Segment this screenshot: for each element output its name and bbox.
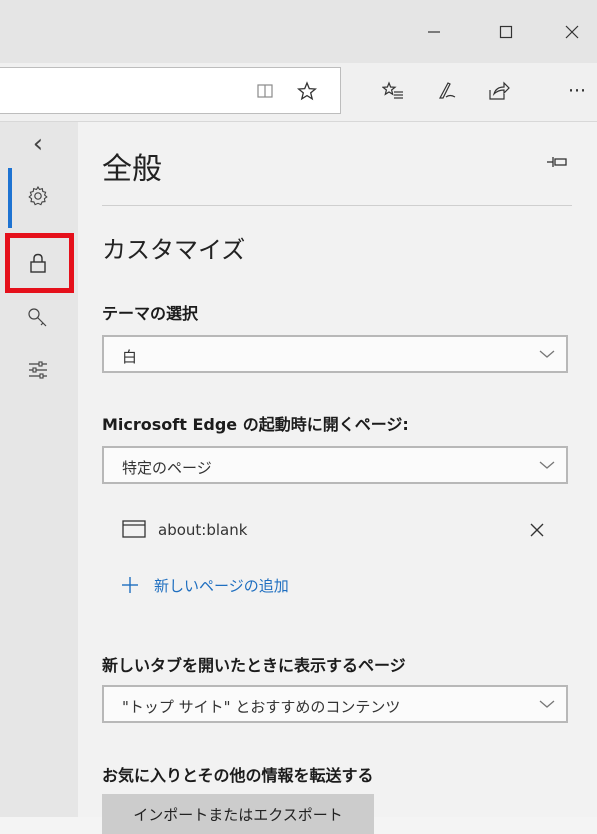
startup-label: Microsoft Edge の起動時に開くページ: [102, 415, 409, 434]
page-title: 全般 [102, 152, 162, 187]
active-indicator [8, 168, 12, 228]
chevron-down-icon [539, 461, 555, 469]
sidebar-item-passwords[interactable] [18, 298, 58, 338]
section-customize: カスタマイズ [102, 236, 246, 264]
browser-toolbar: ··· [0, 63, 597, 122]
sliders-icon [29, 361, 47, 379]
more-icon: ··· [567, 80, 587, 102]
chevron-left-icon: ‹ [32, 129, 44, 159]
add-favorite-button[interactable] [292, 76, 322, 106]
maximize-button[interactable] [486, 14, 526, 50]
share-button[interactable] [484, 76, 514, 106]
add-page-link[interactable]: 新しいページの追加 [102, 570, 289, 600]
minimize-icon [428, 31, 440, 33]
address-bar[interactable] [0, 67, 341, 114]
newtab-select[interactable]: "トップ サイト" とおすすめのコンテンツ [102, 685, 568, 723]
close-icon [565, 25, 579, 39]
more-button[interactable]: ··· [562, 76, 592, 106]
chevron-down-icon [539, 350, 555, 358]
startup-select[interactable]: 特定のページ [102, 446, 568, 484]
favorites-hub-button[interactable] [378, 76, 408, 106]
remove-page-button[interactable] [522, 516, 552, 544]
minimize-button[interactable] [414, 14, 454, 50]
lock-icon [30, 253, 46, 273]
settings-panel: 全般 カスタマイズ テーマの選択 白 Microsoft Edge の起動時に開… [78, 122, 597, 834]
close-icon [530, 523, 544, 537]
share-icon [489, 81, 510, 100]
collapse-panel-button[interactable]: ‹ [18, 124, 58, 164]
startup-page-item: about:blank [102, 510, 568, 550]
web-notes-button[interactable] [432, 76, 462, 106]
reading-view-button[interactable] [250, 76, 280, 106]
page-url: about:blank [158, 521, 248, 539]
sidebar-item-advanced[interactable] [18, 350, 58, 390]
pin-button[interactable] [542, 150, 572, 174]
sidebar-item-general[interactable] [18, 176, 58, 216]
divider [102, 205, 572, 206]
pen-icon [439, 82, 456, 99]
newtab-label: 新しいタブを開いたときに表示するページ [102, 656, 406, 675]
theme-select-value: 白 [122, 348, 138, 366]
maximize-icon [499, 25, 513, 39]
newtab-select-value: "トップ サイト" とおすすめのコンテンツ [122, 698, 401, 716]
chevron-down-icon [539, 700, 555, 708]
theme-select[interactable]: 白 [102, 335, 568, 373]
pin-icon [547, 157, 567, 167]
startup-select-value: 特定のページ [122, 459, 212, 477]
add-page-label: 新しいページの追加 [154, 576, 289, 595]
transfer-label: お気に入りとその他の情報を転送する [102, 766, 374, 785]
title-bar [0, 0, 597, 63]
reading-view-icon [257, 84, 273, 98]
plus-icon [122, 577, 138, 593]
sidebar-item-privacy[interactable] [18, 243, 58, 283]
favorites-list-icon [382, 81, 403, 99]
close-button[interactable] [552, 14, 592, 50]
import-export-button[interactable]: インポートまたはエクスポート [102, 794, 374, 834]
star-icon [297, 81, 317, 101]
page-icon [122, 520, 146, 538]
gear-icon [28, 185, 48, 206]
key-icon [28, 308, 47, 327]
theme-label: テーマの選択 [102, 304, 199, 323]
